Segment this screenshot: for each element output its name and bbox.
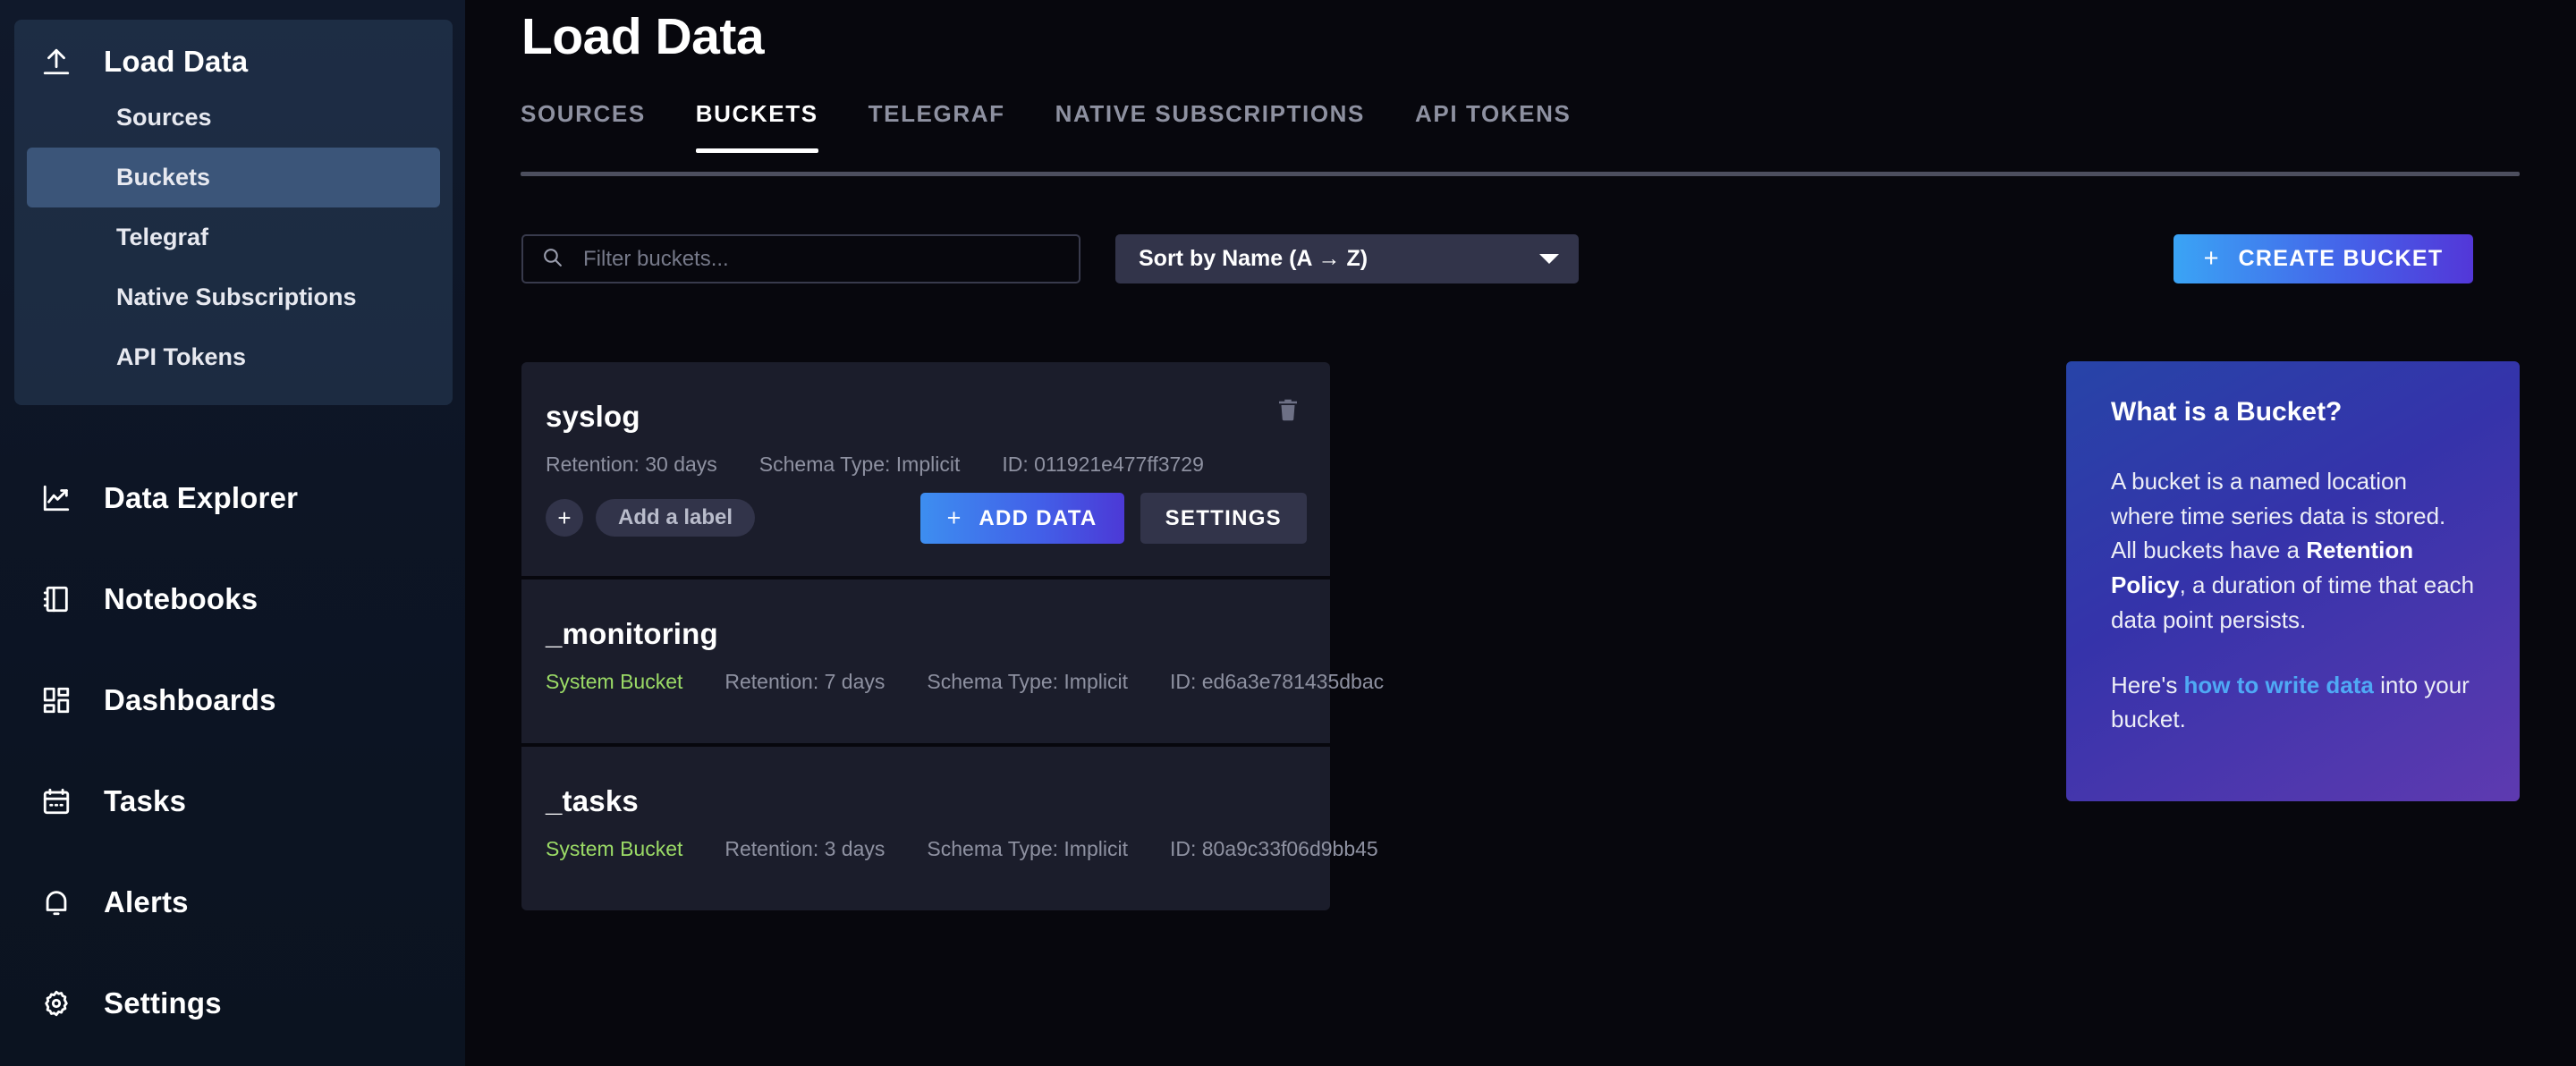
bucket-card-tasks[interactable]: _tasks System Bucket Retention: 3 days S… [521,747,1378,910]
sidebar-item-tasks[interactable]: Tasks [14,750,453,851]
plus-icon: + [546,499,583,537]
sidebar-item-alerts[interactable]: Alerts [14,851,453,952]
bucket-list: syslog Retention: 30 days Schema Type: I… [521,362,1384,910]
bucket-schema-type: Schema Type: Implicit [927,670,1128,693]
sidebar-item-label: Native Subscriptions [116,283,357,310]
search-input[interactable]: Filter buckets... [521,234,1080,283]
bucket-actions: + Add a label + ADD DATA SETTINGS [521,477,1330,576]
sidebar-item-label: Buckets [116,164,211,190]
sidebar-item-buckets[interactable]: Buckets [27,148,440,207]
sidebar-main-nav: Data Explorer Notebooks Dashboards Tasks… [14,447,453,1053]
bucket-name: syslog [546,400,640,433]
bucket-meta: System Bucket Retention: 3 days Schema T… [521,818,1378,861]
info-paragraph-2a: Here's [2111,671,2184,698]
tab-sources[interactable]: SOURCES [521,100,646,151]
bucket-meta: System Bucket Retention: 7 days Schema T… [521,651,1384,694]
sidebar-item-sources[interactable]: Sources [27,88,440,148]
bucket-retention: Retention: 3 days [724,837,886,860]
system-bucket-badge: System Bucket [546,670,683,693]
tabs-divider [521,172,2520,176]
search-placeholder: Filter buckets... [583,246,729,271]
add-data-label: ADD DATA [979,505,1097,530]
sidebar-section-label: Load Data [104,45,249,78]
bucket-card-buttons: + ADD DATA SETTINGS [919,493,1307,544]
how-to-write-data-link[interactable]: how to write data [2184,672,2374,698]
tab-api-tokens[interactable]: API TOKENS [1415,100,1571,151]
sidebar-item-load-data[interactable]: Load Data [14,36,453,88]
sidebar-item-telegraf[interactable]: Telegraf [27,207,440,267]
sidebar: Load Data Sources Buckets Telegraf Nativ… [0,0,465,1066]
bucket-id: ID: 80a9c33f06d9bb45 [1169,837,1378,860]
calendar-icon [41,786,82,816]
create-bucket-label: CREATE BUCKET [2238,246,2444,271]
sidebar-item-dashboards[interactable]: Dashboards [14,649,453,750]
sidebar-item-label: Telegraf [116,224,209,250]
tab-bar: SOURCES BUCKETS TELEGRAF NATIVE SUBSCRIP… [521,100,2520,153]
sidebar-item-label: Tasks [104,783,187,817]
add-data-button[interactable]: + ADD DATA [919,493,1124,544]
bucket-id: ID: 011921e477ff3729 [1002,453,1204,476]
tab-telegraf[interactable]: TELEGRAF [869,100,1005,151]
sidebar-item-native-subscriptions[interactable]: Native Subscriptions [27,267,440,327]
search-icon [541,246,564,273]
sidebar-item-label: Dashboards [104,682,276,716]
chevron-down-icon [1539,254,1559,264]
bucket-name: _monitoring [546,617,718,650]
bucket-card-monitoring[interactable]: _monitoring System Bucket Retention: 7 d… [521,580,1384,743]
bucket-id: ID: ed6a3e781435dbac [1169,670,1385,693]
bucket-settings-button[interactable]: SETTINGS [1140,493,1307,544]
dashboard-grid-icon [41,685,82,715]
bell-icon [41,887,82,918]
sidebar-item-label: API Tokens [116,343,247,370]
create-bucket-button[interactable]: + CREATE BUCKET [2174,234,2473,283]
system-bucket-badge: System Bucket [546,837,683,860]
tab-native-subscriptions[interactable]: NATIVE SUBSCRIPTIONS [1055,100,1365,151]
sidebar-item-label: Data Explorer [104,480,299,514]
page-title: Load Data [521,8,765,65]
sidebar-item-label: Alerts [104,884,189,918]
sidebar-section-load-data: Load Data Sources Buckets Telegraf Nativ… [14,20,453,405]
info-panel-title: What is a Bucket? [2111,397,2343,427]
notebook-icon [41,584,82,614]
sidebar-item-api-tokens[interactable]: API Tokens [27,327,440,387]
bucket-schema-type: Schema Type: Implicit [758,453,961,476]
what-is-a-bucket-panel: What is a Bucket? A bucket is a named lo… [2066,361,2520,801]
sidebar-item-notebooks[interactable]: Notebooks [14,548,453,649]
bucket-card-syslog[interactable]: syslog Retention: 30 days Schema Type: I… [521,362,1330,576]
tab-buckets[interactable]: BUCKETS [695,100,818,153]
add-label-button[interactable]: Add a label [596,499,756,537]
add-label-control[interactable]: + Add a label [546,499,756,537]
sidebar-item-label: Sources [116,104,212,131]
gear-icon [41,988,82,1019]
bucket-retention: Retention: 30 days [546,453,717,476]
plus-icon: + [2203,244,2219,273]
plus-icon: + [946,504,962,531]
sidebar-item-data-explorer[interactable]: Data Explorer [14,447,453,548]
delete-bucket-button[interactable] [1275,396,1305,427]
upload-icon [41,47,82,77]
bucket-retention: Retention: 7 days [724,670,886,693]
sort-dropdown-label: Sort by Name (A → Z) [1139,246,1368,271]
bucket-meta: Retention: 30 days Schema Type: Implicit… [521,434,1330,477]
line-chart-icon [41,483,82,513]
info-panel-body: A bucket is a named location where time … [2111,464,2475,737]
bucket-name: _tasks [546,784,639,817]
app-root: Load Data Sources Buckets Telegraf Nativ… [0,0,2576,1066]
sidebar-item-settings[interactable]: Settings [14,952,453,1053]
main-content: Load Data SOURCES BUCKETS TELEGRAF NATIV… [465,0,2576,1066]
sort-dropdown[interactable]: Sort by Name (A → Z) [1115,234,1579,283]
sidebar-item-label: Notebooks [104,581,258,615]
sidebar-item-label: Settings [104,986,222,1019]
bucket-schema-type: Schema Type: Implicit [927,837,1128,860]
